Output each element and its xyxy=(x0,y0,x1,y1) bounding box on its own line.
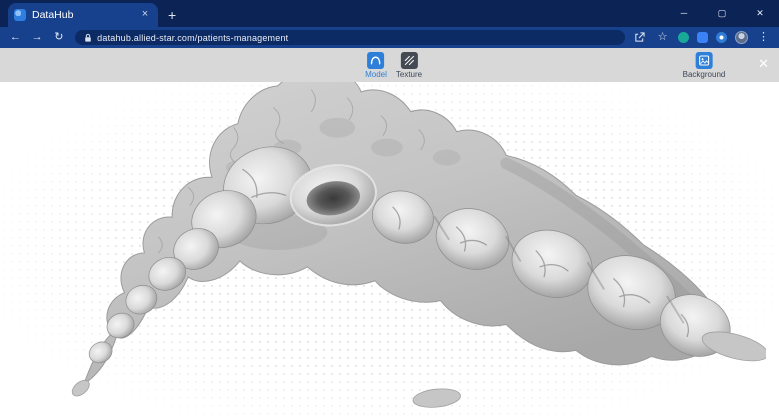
viewer-toolbar: Model Texture Background ✕ xyxy=(0,48,779,82)
browser-window: DataHub × + ─ ▢ ✕ ← → ↻ datahub.allied-s… xyxy=(0,0,779,418)
browser-tab-datahub[interactable]: DataHub × xyxy=(8,3,158,27)
extension-icon-1[interactable] xyxy=(678,32,689,43)
share-icon[interactable] xyxy=(632,32,647,43)
dental-scan-3d-model[interactable] xyxy=(8,68,766,416)
viewer-close-button[interactable]: ✕ xyxy=(758,57,769,70)
tool-background-button[interactable]: Background xyxy=(683,52,726,79)
lock-icon xyxy=(84,33,92,43)
background-icon xyxy=(695,52,712,69)
texture-icon xyxy=(400,52,417,69)
tool-texture-label: Texture xyxy=(396,71,422,79)
extension-icon-2[interactable] xyxy=(697,32,708,43)
browser-menu-icon[interactable]: ⋮ xyxy=(756,32,771,43)
model-arch-icon xyxy=(367,52,384,69)
bookmark-star-icon[interactable]: ☆ xyxy=(655,32,670,43)
browser-navbar: ← → ↻ datahub.allied-star.com/patients-m… xyxy=(0,27,779,48)
forward-button[interactable]: → xyxy=(30,32,45,43)
new-tab-button[interactable]: + xyxy=(168,7,176,23)
navbar-actions: ☆ ⋮ xyxy=(632,31,771,44)
scan-viewer: Model Texture Background ✕ xyxy=(0,48,779,418)
browser-titlebar: DataHub × + ─ ▢ ✕ xyxy=(0,0,779,27)
site-favicon-icon xyxy=(14,9,26,21)
reload-button[interactable]: ↻ xyxy=(51,32,66,43)
tool-model-button[interactable]: Model xyxy=(365,52,387,79)
window-maximize-button[interactable]: ▢ xyxy=(703,0,741,27)
tool-texture-button[interactable]: Texture xyxy=(396,52,422,79)
window-minimize-button[interactable]: ─ xyxy=(665,0,703,27)
window-close-button[interactable]: ✕ xyxy=(741,0,779,27)
back-button[interactable]: ← xyxy=(8,32,23,43)
tab-close-icon[interactable]: × xyxy=(138,8,152,22)
profile-avatar[interactable] xyxy=(735,31,748,44)
tool-model-label: Model xyxy=(365,71,387,79)
tab-title: DataHub xyxy=(32,9,132,21)
window-controls: ─ ▢ ✕ xyxy=(665,0,779,27)
extension-icon-3[interactable] xyxy=(716,32,727,43)
url-text: datahub.allied-star.com/patients-managem… xyxy=(97,33,288,43)
tool-background-label: Background xyxy=(683,71,726,79)
address-bar[interactable]: datahub.allied-star.com/patients-managem… xyxy=(75,30,625,45)
